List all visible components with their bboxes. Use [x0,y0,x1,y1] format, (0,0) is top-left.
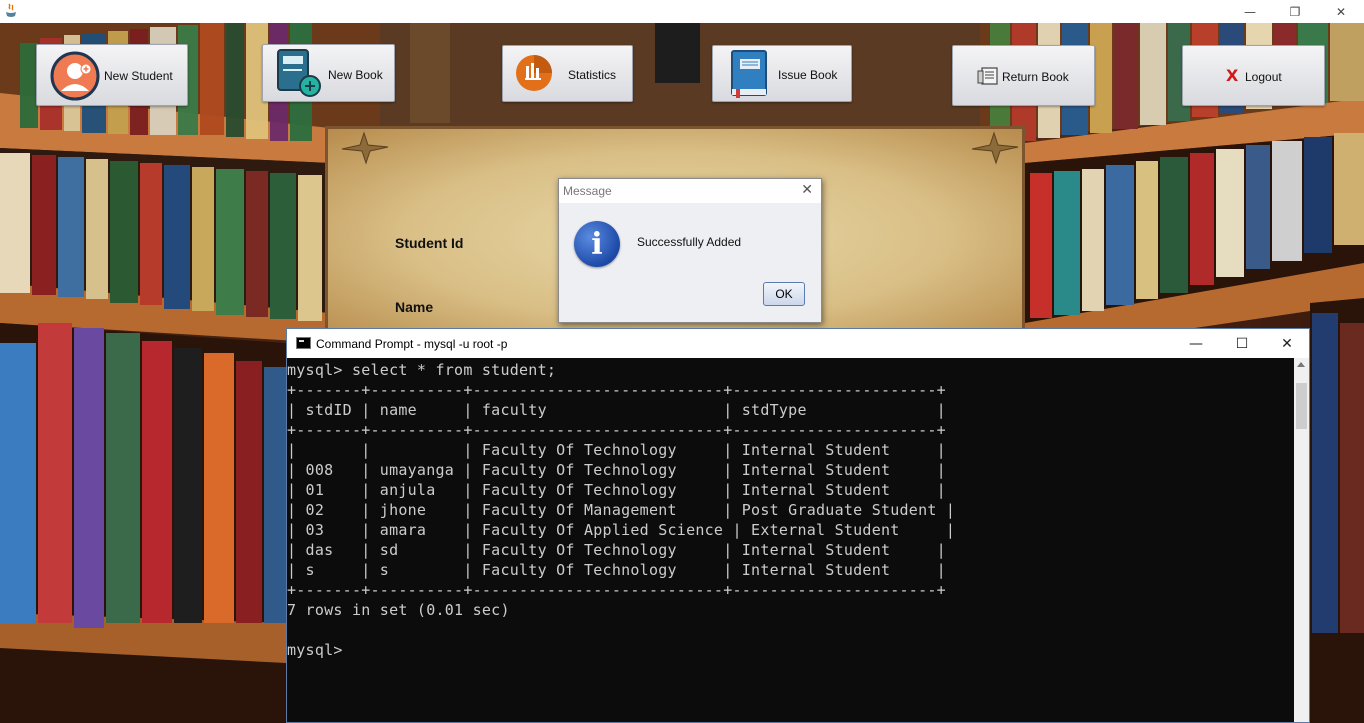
cmd-close-button[interactable]: ✕ [1264,329,1310,358]
book-icon [731,50,767,98]
console-line: mysql> select * from student; [287,361,557,379]
cmd-minimize-button[interactable]: — [1173,329,1219,358]
cmd-scrollbar[interactable] [1294,358,1309,722]
console-line: 7 rows in set (0.01 sec) [287,601,510,619]
new-book-button[interactable]: New Book [262,44,395,102]
statistics-button[interactable]: Statistics [502,45,633,102]
console-line: | 01 | anjula | Faculty Of Technology | … [287,481,946,499]
ok-button[interactable]: OK [763,282,805,306]
console-line: +-------+----------+--------------------… [287,421,946,439]
cmd-icon [296,337,311,349]
add-book-icon [277,49,321,97]
star-ornament-icon [971,131,1019,165]
statistics-label: Statistics [568,68,617,82]
issue-book-button[interactable]: Issue Book [712,45,852,102]
cmd-maximize-button[interactable]: ☐ [1219,329,1265,358]
cmd-titlebar: Command Prompt - mysql -u root -p — ☐ ✕ [287,329,1309,358]
window-minimize-button[interactable]: — [1227,0,1273,23]
add-user-icon [50,51,100,101]
scroll-up-arrow-icon[interactable] [1297,362,1305,367]
dialog-title: Message [563,184,612,198]
name-label: Name [395,299,434,315]
app-titlebar: — ❐ ✕ [0,0,1364,23]
console-line: +-------+----------+--------------------… [287,581,946,599]
console-line: | 02 | jhone | Faculty Of Management | P… [287,501,956,519]
cmd-console[interactable]: mysql> select * from student; +-------+--… [287,358,1294,722]
logout-x-icon: X [1226,66,1239,85]
console-line: | | | Faculty Of Technology | Internal S… [287,441,946,459]
console-line: | s | s | Faculty Of Technology | Intern… [287,561,946,579]
console-line: | 008 | umayanga | Faculty Of Technology… [287,461,946,479]
dialog-close-icon[interactable]: ✕ [801,182,813,198]
return-book-label: Return Book [1002,70,1069,84]
new-student-button[interactable]: New Student [36,44,188,106]
console-line: mysql> [287,641,343,659]
console-line: | das | sd | Faculty Of Technology | Int… [287,541,946,559]
logout-label: Logout [1245,70,1282,84]
new-book-label: New Book [328,68,383,82]
info-icon: i [574,221,620,267]
command-prompt-window: Command Prompt - mysql -u root -p — ☐ ✕ … [286,328,1310,723]
student-id-label: Student Id [395,235,464,251]
new-student-label: New Student [104,69,173,83]
message-dialog: Message ✕ i Successfully Added OK [558,178,822,323]
window-close-button[interactable]: ✕ [1318,0,1364,23]
dialog-titlebar: Message ✕ [559,179,821,203]
star-ornament-icon [341,131,389,165]
return-book-button[interactable]: Return Book [952,45,1095,106]
cmd-title: Command Prompt - mysql -u root -p [316,337,508,351]
window-restore-button[interactable]: ❐ [1272,0,1318,23]
logout-button[interactable]: X Logout [1182,45,1325,106]
java-icon [6,3,16,17]
dialog-message: Successfully Added [637,235,742,249]
return-book-icon [977,67,998,85]
scroll-thumb[interactable] [1296,383,1307,429]
statistics-icon [516,55,552,91]
console-line: | stdID | name | faculty | stdType | [287,401,946,419]
issue-book-label: Issue Book [778,68,838,82]
console-line: | 03 | amara | Faculty Of Applied Scienc… [287,521,956,539]
console-line: +-------+----------+--------------------… [287,381,946,399]
console-output: mysql> select * from student; +-------+--… [287,360,955,660]
